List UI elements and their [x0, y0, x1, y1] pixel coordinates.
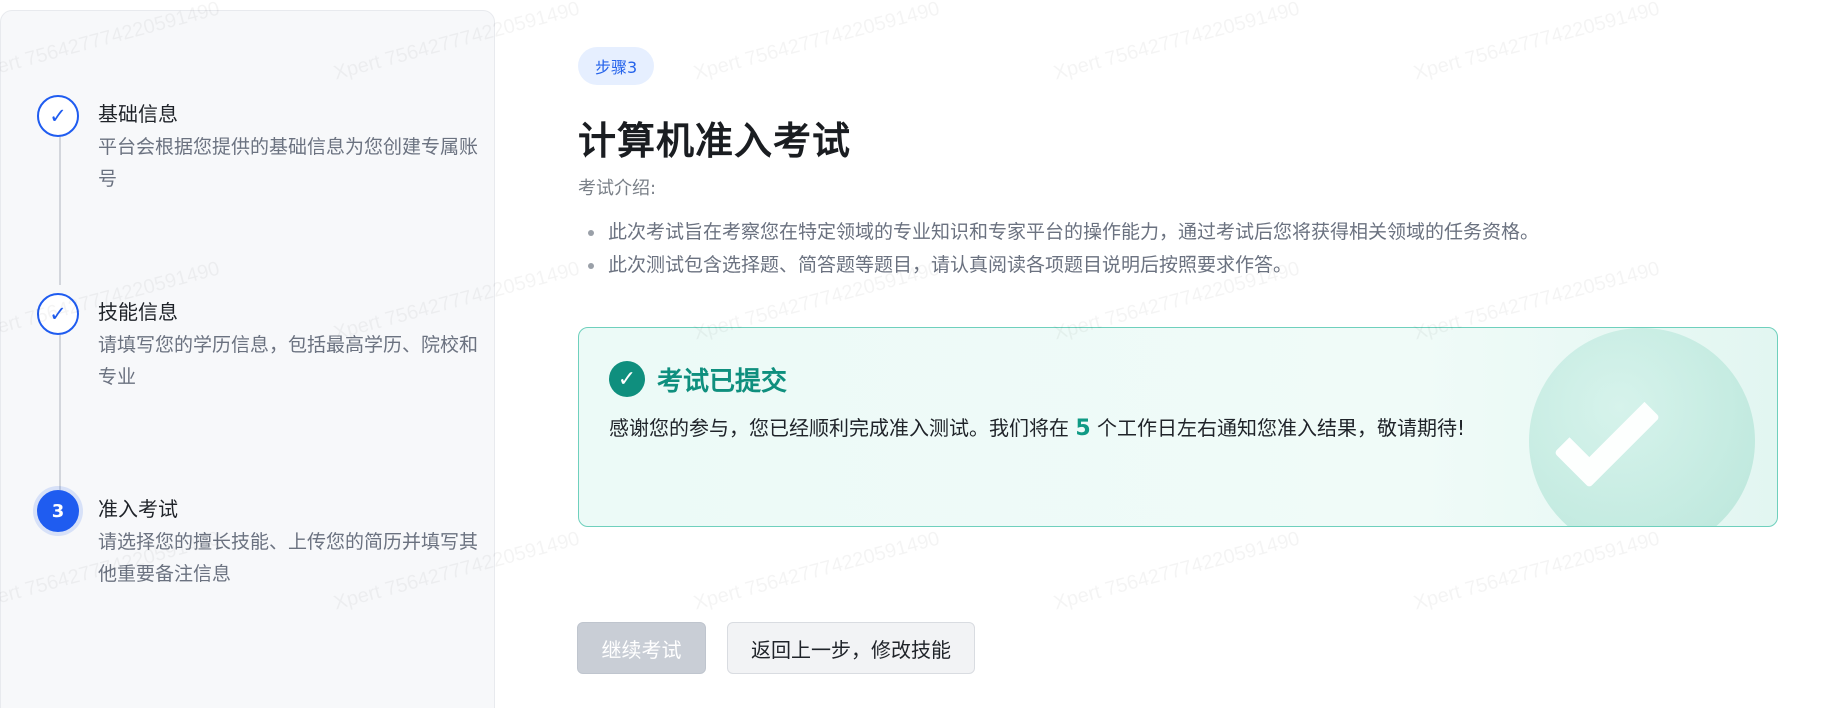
intro-list: 此次考试旨在考察您在特定领域的专业知识和专家平台的操作能力，通过考试后您将获得相…: [586, 216, 1539, 282]
back-edit-skills-button[interactable]: 返回上一步，修改技能: [727, 622, 975, 674]
step-title: 准入考试: [98, 497, 178, 521]
page: ✓ 基础信息 平台会根据您提供的基础信息为您创建专属账号 ✓ 技能信息 请填写您…: [0, 0, 1842, 708]
step-description: 请填写您的学历信息，包括最高学历、院校和专业: [98, 334, 479, 388]
page-title: 计算机准入考试: [578, 119, 852, 163]
step-description: 平台会根据您提供的基础信息为您创建专属账号: [98, 136, 479, 190]
intro-item: 此次考试旨在考察您在特定领域的专业知识和专家平台的操作能力，通过考试后您将获得相…: [586, 216, 1539, 249]
continue-exam-button[interactable]: 继续考试: [577, 622, 706, 674]
result-message: 感谢您的参与，您已经顺利完成准入测试。我们将在 5 个工作日左右通知您准入结果，…: [609, 412, 1469, 445]
step-title: 技能信息: [98, 300, 178, 324]
result-message-end: 个工作日左右通知您准入结果，敬请期待!: [1090, 416, 1466, 440]
step-connector: [59, 333, 61, 499]
step-connector: [59, 135, 61, 285]
steps-sidebar: ✓ 基础信息 平台会根据您提供的基础信息为您创建专属账号 ✓ 技能信息 请填写您…: [0, 10, 495, 708]
step-description: 请选择您的擅长技能、上传您的简历并填写其他重要备注信息: [98, 531, 479, 585]
check-icon: ✓: [37, 95, 79, 137]
watermark: Xpert 756427774220591490: [691, 528, 942, 616]
watermark: Xpert 756427774220591490: [1411, 0, 1662, 85]
result-message-start: 感谢您的参与，您已经顺利完成准入测试。我们将在: [609, 416, 1076, 440]
intro-item: 此次测试包含选择题、简答题等题目，请认真阅读各项题目说明后按照要求作答。: [586, 249, 1539, 282]
step-number-badge: 3: [37, 490, 79, 532]
watermark: Xpert 756427774220591490: [1051, 0, 1302, 85]
submission-result-card: ✓ 考试已提交 感谢您的参与，您已经顺利完成准入测试。我们将在 5 个工作日左右…: [578, 327, 1778, 527]
check-icon: ✓: [37, 293, 79, 335]
success-check-icon: ✓: [609, 361, 645, 397]
step-title: 基础信息: [98, 102, 178, 126]
intro-label: 考试介绍:: [578, 178, 657, 199]
watermark: Xpert 756427774220591490: [1411, 528, 1662, 616]
watermark: Xpert 756427774220591490: [1051, 528, 1302, 616]
result-title: 考试已提交: [657, 367, 788, 397]
watermark: Xpert 756427774220591490: [691, 0, 942, 85]
step-badge: 步骤3: [578, 47, 655, 85]
result-days: 5: [1075, 416, 1091, 441]
